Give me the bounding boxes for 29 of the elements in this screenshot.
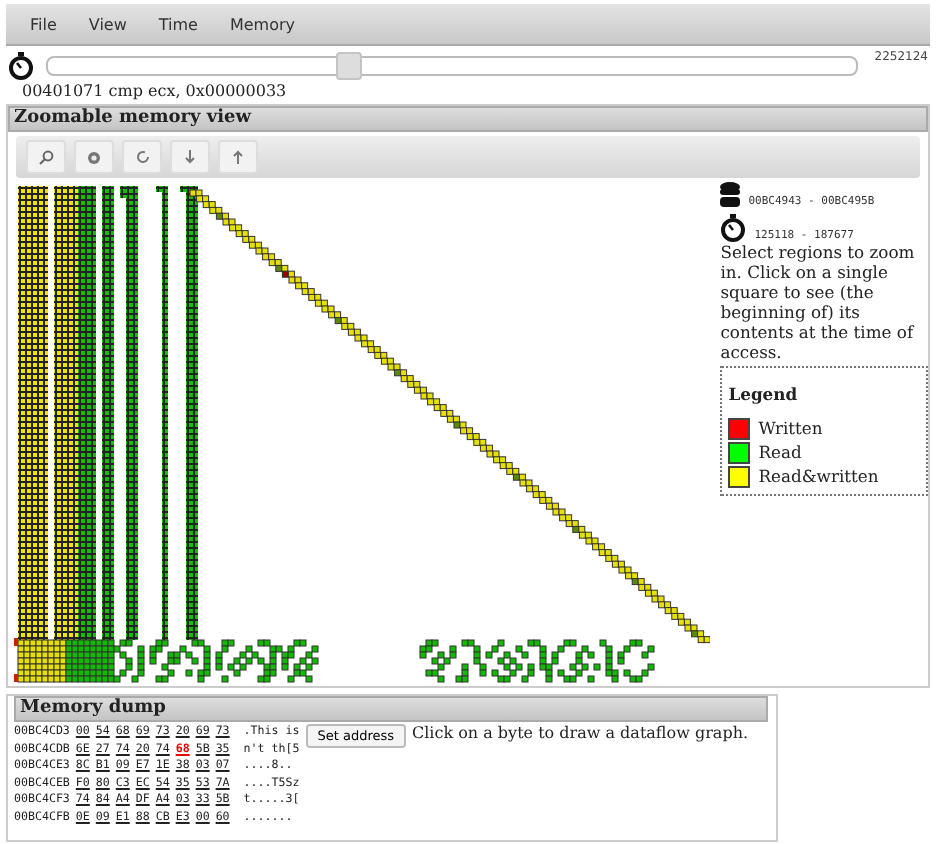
legend-title: Legend bbox=[728, 384, 800, 406]
menu-item[interactable]: Time bbox=[146, 11, 210, 37]
hint-text: Click on a byte to draw a dataflow graph. bbox=[412, 724, 749, 746]
legend-label: Written bbox=[758, 418, 823, 439]
legend-label: Read&written bbox=[758, 466, 879, 487]
search-icon bbox=[38, 149, 54, 165]
menu-item[interactable]: Memory bbox=[217, 11, 307, 37]
toolbar-button[interactable] bbox=[122, 140, 162, 174]
toolbar-button[interactable] bbox=[74, 140, 114, 174]
menu-item[interactable]: File bbox=[18, 11, 69, 37]
panel-title: Zoomable memory view bbox=[8, 106, 928, 132]
panel-title: Memory dump bbox=[14, 696, 768, 722]
instruction-text: 00401071 cmp ecx, 0x00000033 bbox=[22, 82, 289, 102]
memory-map-drawing[interactable] bbox=[14, 182, 710, 686]
up-arrow-icon bbox=[232, 150, 244, 164]
legend-label: Read bbox=[758, 442, 802, 463]
settings-icon bbox=[86, 149, 102, 165]
stopwatch-icon bbox=[8, 52, 34, 80]
toolbar-button[interactable] bbox=[26, 140, 66, 174]
help-text: Select regions to zoom in. Click on a single square to see (the beginning of) its contents at the time of access. bbox=[720, 242, 917, 363]
down-arrow-icon bbox=[184, 150, 196, 164]
toolbar-button[interactable] bbox=[218, 140, 258, 174]
stopwatch-icon bbox=[720, 214, 747, 242]
menu-item[interactable]: View bbox=[76, 11, 139, 37]
database-icon bbox=[720, 182, 741, 208]
refresh-icon bbox=[135, 150, 149, 164]
toolbar-button[interactable] bbox=[170, 140, 210, 174]
slider-thumb[interactable] bbox=[335, 52, 362, 80]
time-slider[interactable] bbox=[46, 56, 859, 76]
